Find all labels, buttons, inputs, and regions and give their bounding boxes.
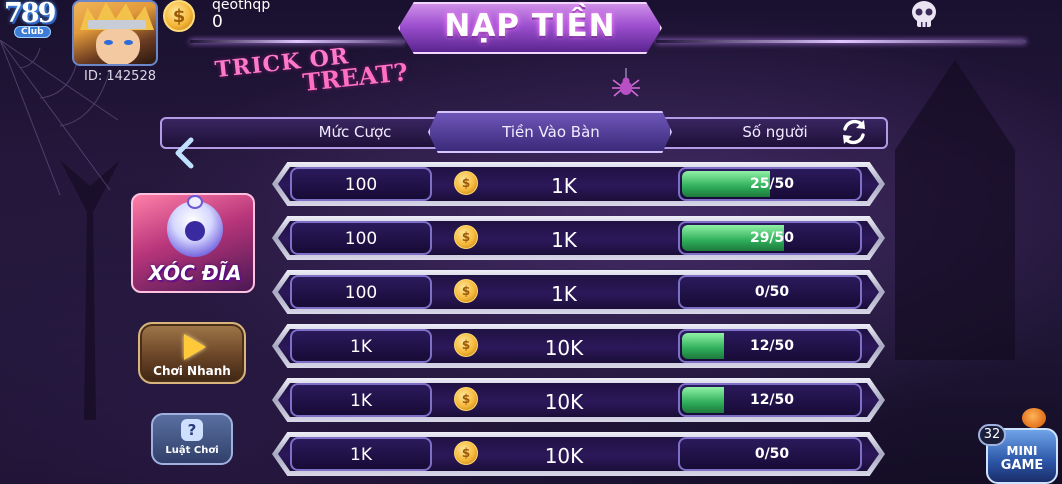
deposit-button[interactable]: NẠP TIỀN bbox=[390, 0, 670, 56]
table-header: Mức Cược Tiền Vào Bàn Số người bbox=[160, 111, 888, 153]
row-players: 25/50 bbox=[749, 176, 795, 192]
table-row[interactable]: 100 $ 1K 0/50 bbox=[272, 270, 885, 314]
row-bet: 1K bbox=[350, 445, 372, 465]
row-players: 0/50 bbox=[754, 446, 790, 462]
table-row[interactable]: 1K $ 10K 0/50 bbox=[272, 432, 885, 476]
quick-play-label: Chơi Nhanh bbox=[153, 364, 231, 378]
column-players[interactable]: Số người bbox=[700, 123, 850, 141]
club-logo: 789 Club bbox=[4, 0, 60, 42]
bowl-knob bbox=[187, 195, 203, 209]
table-row[interactable]: 1K $ 10K 12/50 bbox=[272, 378, 885, 422]
row-pot: 1K bbox=[551, 228, 577, 252]
mini-game-button[interactable]: 32 MINI GAME bbox=[978, 408, 1062, 484]
table-row[interactable]: 1K $ 10K 12/50 bbox=[272, 324, 885, 368]
row-players: 0/50 bbox=[754, 284, 790, 300]
row-bet: 1K bbox=[350, 337, 372, 357]
mini-game-badge: 32 bbox=[978, 424, 1006, 446]
top-divider-right bbox=[656, 40, 1026, 43]
trick-or-treat-decoration: TRICK OR TREAT? bbox=[209, 33, 434, 116]
refresh-icon[interactable] bbox=[838, 116, 870, 148]
game-name: XÓC ĐĨA bbox=[148, 261, 242, 285]
avatar-face bbox=[96, 28, 140, 64]
row-pot: 10K bbox=[544, 390, 584, 414]
row-players: 29/50 bbox=[749, 230, 795, 246]
column-bet[interactable]: Mức Cược bbox=[270, 123, 440, 141]
logo-sub: Club bbox=[14, 26, 51, 38]
avatar-eye bbox=[104, 40, 113, 45]
avatar-eye bbox=[124, 40, 133, 45]
row-bet: 100 bbox=[344, 175, 378, 195]
column-pot[interactable]: Tiền Vào Bàn bbox=[456, 123, 646, 141]
mini-game-label-2: GAME bbox=[1000, 458, 1044, 473]
row-pot: 1K bbox=[551, 174, 577, 198]
quick-play-button[interactable]: Chơi Nhanh bbox=[138, 322, 246, 384]
row-bet: 1K bbox=[350, 391, 372, 411]
mini-game-label-1: MINI bbox=[1006, 444, 1038, 458]
row-pot: 1K bbox=[551, 282, 577, 306]
row-bet: 100 bbox=[344, 229, 378, 249]
rules-label: Luật Chơi bbox=[165, 445, 219, 456]
rules-button[interactable]: ? Luật Chơi bbox=[151, 413, 233, 465]
pumpkin-icon bbox=[1022, 408, 1046, 428]
game-tile-xoc-dia[interactable]: XÓC ĐĨA bbox=[131, 193, 255, 293]
bowl-center bbox=[185, 221, 205, 241]
user-id: ID: 142528 bbox=[84, 69, 156, 84]
row-players: 12/50 bbox=[749, 338, 795, 354]
avatar[interactable] bbox=[72, 0, 158, 66]
deposit-button-label: NẠP TIỀN bbox=[444, 8, 616, 44]
question-icon: ? bbox=[181, 419, 203, 441]
row-bet: 100 bbox=[344, 283, 378, 303]
table-row[interactable]: 100 $ 1K 29/50 bbox=[272, 216, 885, 260]
play-icon bbox=[184, 334, 206, 360]
row-pot: 10K bbox=[544, 444, 584, 468]
table-row[interactable]: 100 $ 1K 25/50 bbox=[272, 162, 885, 206]
logo-number: 789 bbox=[4, 0, 56, 29]
row-pot: 10K bbox=[544, 336, 584, 360]
skull-icon bbox=[912, 1, 936, 27]
background-house bbox=[895, 60, 1015, 360]
balance: 0 bbox=[212, 12, 223, 32]
coin-icon: $ bbox=[163, 0, 195, 32]
avatar-headband bbox=[88, 20, 146, 29]
row-players: 12/50 bbox=[749, 392, 795, 408]
spider-icon bbox=[612, 68, 640, 97]
back-chevron-icon[interactable] bbox=[172, 137, 196, 169]
